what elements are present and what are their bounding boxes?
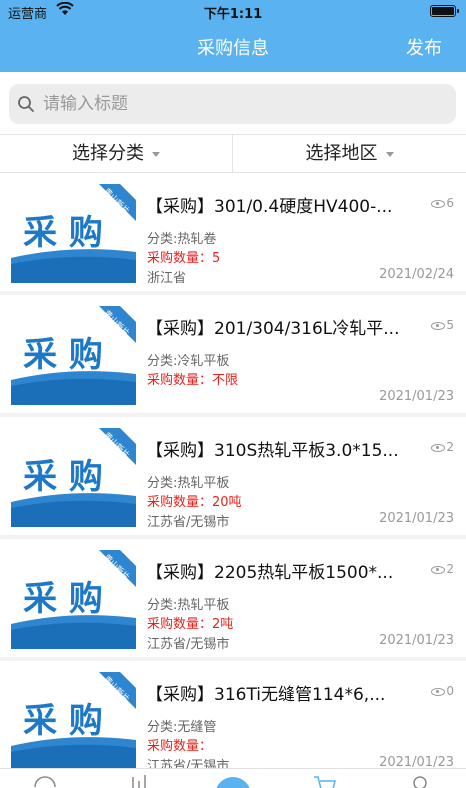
item-category: 分类:热轧平板	[147, 598, 230, 613]
item-quantity: 采购数量：	[147, 739, 213, 754]
item-region: 江苏省/无锡市	[147, 515, 230, 530]
eye-icon	[431, 687, 446, 696]
item-quantity: 采购数量：不限	[147, 373, 239, 388]
tab-bar	[0, 768, 466, 788]
item-category: 分类:冷轧平板	[147, 354, 230, 369]
item-title: 【采购】316Ti无缝管114*6,...	[146, 685, 386, 705]
thumb-text: 采 购	[23, 579, 103, 619]
tab-profile-icon[interactable]	[405, 769, 435, 788]
list-item[interactable]: 黄山新片 采 购 【采购】201/304/316L冷轧平... 5 分类:冷轧平…	[0, 295, 466, 413]
list-item[interactable]: 黄山新片 采 购 【采购】316Ti无缝管114*6,... 0 分类:无缝管 …	[0, 661, 466, 779]
thumb-text: 采 购	[23, 701, 103, 741]
item-quantity: 采购数量：5	[147, 251, 221, 266]
region-filter[interactable]: 选择地区	[233, 135, 466, 173]
search-icon	[18, 96, 34, 112]
page-title: 采购信息	[197, 38, 269, 59]
item-quantity: 采购数量：2吨	[147, 617, 234, 632]
item-date: 2021/01/23	[379, 511, 454, 526]
battery-icon	[430, 5, 459, 17]
item-thumbnail: 黄山新片 采 购	[11, 550, 136, 649]
eye-icon	[431, 443, 446, 452]
caret-down-icon	[152, 151, 160, 157]
list-item[interactable]: 黄山新片 采 购 【采购】2205热轧平板1500*... 2 分类:热轧平板 …	[0, 539, 466, 657]
view-count-value: 0	[446, 684, 454, 698]
view-count: 2	[431, 440, 454, 454]
tab-cart-icon[interactable]	[310, 769, 340, 788]
status-bar: 运营商 下午1:11	[0, 0, 466, 22]
item-thumbnail: 黄山新片 采 购	[11, 306, 136, 405]
list-item[interactable]: 黄山新片 采 购 【采购】301/0.4硬度HV400-... 6 分类:热轧卷…	[0, 173, 466, 291]
item-region: 江苏省/无锡市	[147, 637, 230, 652]
view-count-value: 6	[446, 196, 454, 210]
search-box[interactable]	[9, 84, 456, 124]
item-thumbnail: 黄山新片 采 购	[11, 184, 136, 283]
filter-bar: 选择分类 选择地区	[0, 134, 466, 173]
thumb-text: 采 购	[23, 457, 103, 497]
search-area	[0, 72, 466, 134]
view-count: 0	[431, 684, 454, 698]
item-title: 【采购】310S热轧平板3.0*15...	[146, 441, 399, 461]
eye-icon	[431, 565, 446, 574]
view-count-value: 5	[446, 318, 454, 332]
page: 运营商 下午1:11 采购信息 发布 选择分类 选择地区	[0, 0, 466, 788]
tab-home-icon[interactable]	[30, 769, 60, 788]
view-count-value: 2	[446, 440, 454, 454]
view-count: 2	[431, 562, 454, 576]
item-category: 分类:热轧卷	[147, 232, 217, 247]
thumb-text: 采 购	[23, 335, 103, 375]
publish-button[interactable]: 发布	[406, 34, 442, 60]
clock: 下午1:11	[203, 7, 263, 22]
tab-purchase-icon[interactable]	[208, 769, 258, 788]
eye-icon	[431, 199, 446, 208]
tab-chart-icon[interactable]	[125, 769, 155, 788]
item-date: 2021/02/24	[379, 267, 454, 282]
region-filter-label: 选择地区	[305, 143, 378, 164]
item-category: 分类:热轧平板	[147, 476, 230, 491]
eye-icon	[431, 321, 446, 330]
item-date: 2021/01/23	[379, 389, 454, 404]
item-title: 【采购】201/304/316L冷轧平...	[146, 319, 400, 339]
item-title: 【采购】301/0.4硬度HV400-...	[146, 197, 393, 217]
item-quantity: 采购数量：20吨	[147, 495, 242, 510]
category-filter-label: 选择分类	[72, 143, 144, 164]
view-count-value: 2	[446, 562, 454, 576]
view-count: 5	[431, 318, 454, 332]
thumb-text: 采 购	[23, 213, 103, 253]
search-input[interactable]	[43, 84, 443, 124]
item-title: 【采购】2205热轧平板1500*...	[146, 563, 394, 583]
view-count: 6	[431, 196, 454, 210]
list-item[interactable]: 黄山新片 采 购 【采购】310S热轧平板3.0*15... 2 分类:热轧平板…	[0, 417, 466, 535]
category-filter[interactable]: 选择分类	[0, 135, 233, 173]
header: 运营商 下午1:11 采购信息 发布	[0, 0, 466, 72]
item-thumbnail: 黄山新片 采 购	[11, 428, 136, 527]
item-category: 分类:无缝管	[147, 720, 217, 735]
caret-down-icon	[385, 151, 394, 157]
item-thumbnail: 黄山新片 采 购	[11, 672, 136, 771]
item-region: 浙江省	[147, 271, 187, 286]
item-date: 2021/01/23	[379, 633, 454, 648]
